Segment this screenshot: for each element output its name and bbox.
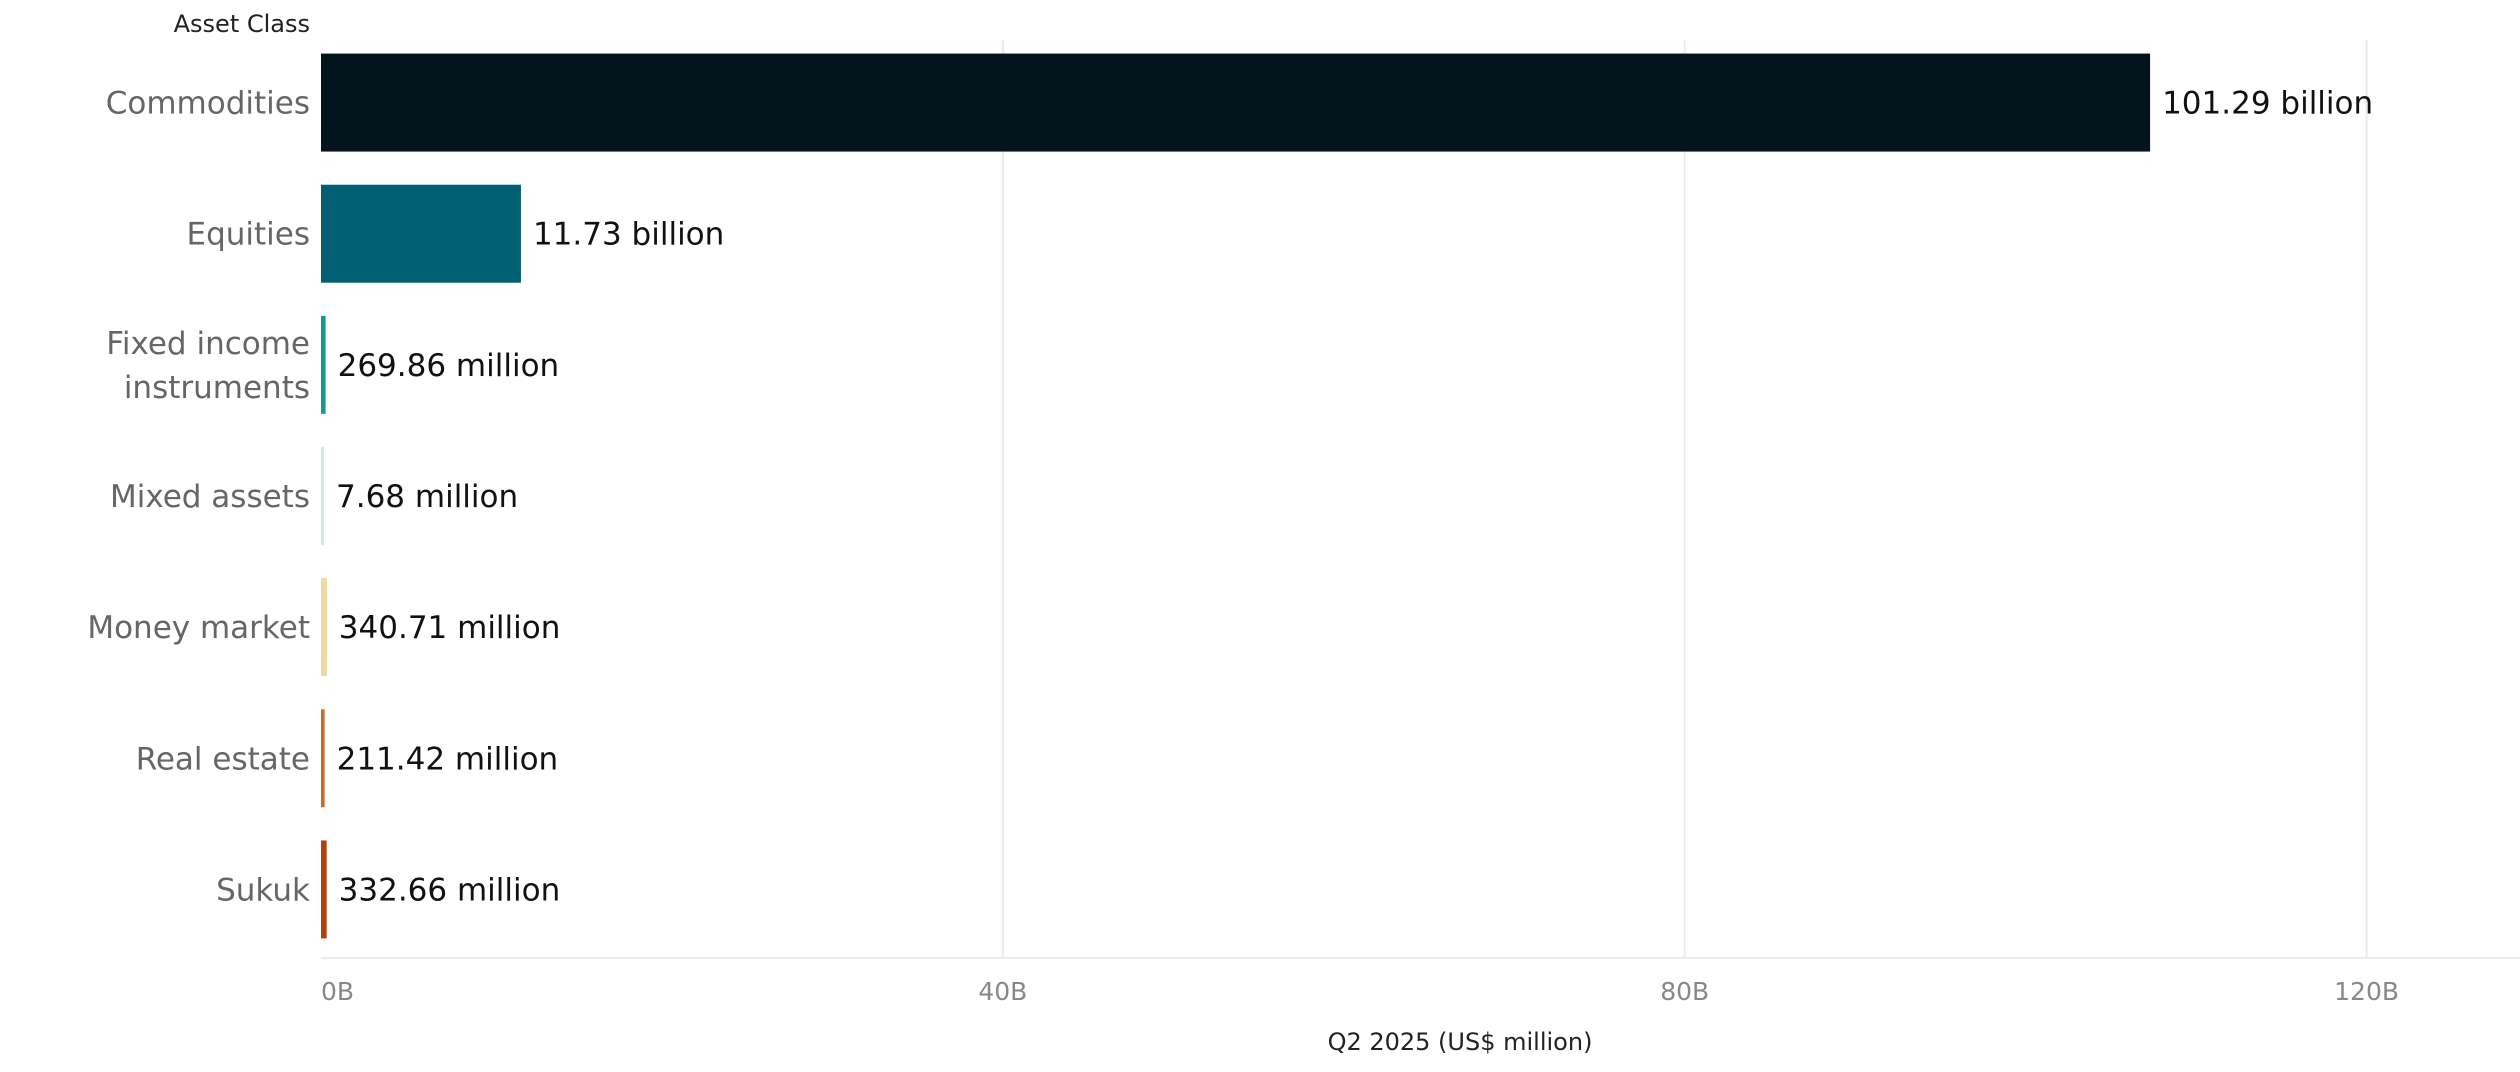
bar-sukuk[interactable] xyxy=(321,840,327,939)
category-label-line: Mixed assets xyxy=(110,479,310,515)
x-axis-title: Q2 2025 (US$ million) xyxy=(1328,1028,1593,1056)
value-label: 11.73 billion xyxy=(533,217,724,253)
category-label-line: Equities xyxy=(186,217,310,253)
bar-fixed-income-instruments[interactable] xyxy=(321,315,326,414)
bar-chart: Commodities Equities Fixed income instrumen… xyxy=(87,10,2520,1056)
value-label: 101.29 billion xyxy=(2162,86,2373,122)
category-label-line: Fixed income xyxy=(106,326,310,362)
bar-money-market[interactable] xyxy=(321,578,327,677)
gridlines xyxy=(321,40,2520,959)
category-label: Real estate xyxy=(136,741,310,777)
x-tick-label: 80B xyxy=(1660,977,1709,1006)
category-label-line: Money market xyxy=(87,610,310,646)
category-label: Sukuk xyxy=(216,872,310,908)
x-axis-ticks: 0B 40B 80B 120B xyxy=(321,977,2399,1006)
value-label: 269.86 million xyxy=(338,348,560,384)
category-labels: Commodities Equities Fixed income instrumen… xyxy=(87,86,310,909)
category-label-line: Sukuk xyxy=(216,872,310,908)
x-tick-label: 0B xyxy=(321,977,354,1006)
category-label-line: Commodities xyxy=(106,86,310,122)
value-label: 340.71 million xyxy=(339,610,561,646)
category-label: Equities xyxy=(186,217,310,253)
category-label-line: Real estate xyxy=(136,741,310,777)
value-label: 211.42 million xyxy=(337,741,559,777)
category-label: Mixed assets xyxy=(110,479,310,515)
value-label: 7.68 million xyxy=(336,479,518,515)
bar-equities[interactable] xyxy=(321,184,521,283)
x-tick-label: 120B xyxy=(2334,977,2399,1006)
category-label: Commodities xyxy=(106,86,310,122)
category-header: Asset Class xyxy=(174,10,310,38)
category-label: Money market xyxy=(87,610,310,646)
bar-commodities[interactable] xyxy=(321,53,2151,152)
x-tick-label: 40B xyxy=(978,977,1027,1006)
category-label-line: instruments xyxy=(124,370,310,406)
category-label: Fixed income instruments xyxy=(106,326,310,406)
value-labels: 101.29 billion 11.73 billion 269.86 millio… xyxy=(336,86,2373,909)
value-label: 332.66 million xyxy=(339,872,561,908)
bars xyxy=(321,53,2151,939)
bar-mixed-assets[interactable] xyxy=(321,447,324,545)
bar-real-estate[interactable] xyxy=(321,709,325,808)
